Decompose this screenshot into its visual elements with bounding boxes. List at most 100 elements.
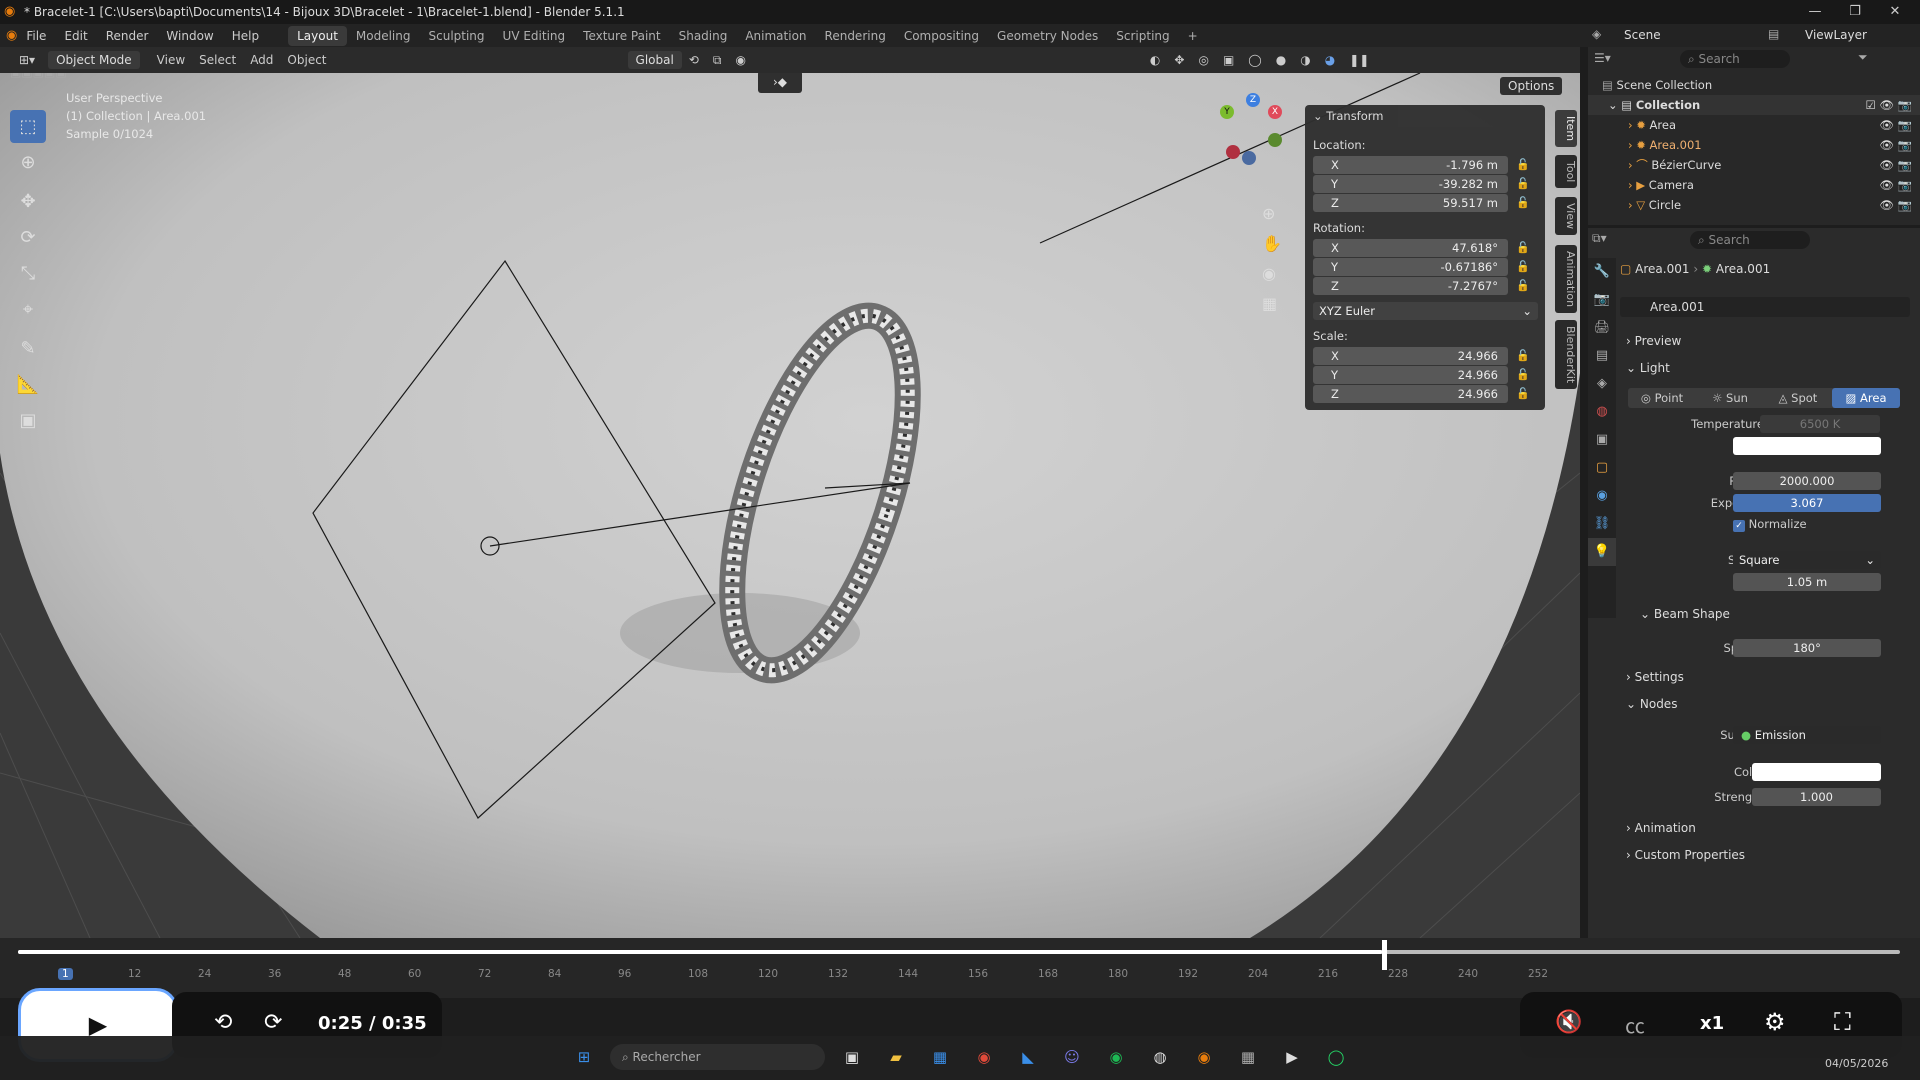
lock-icon[interactable]: 🔓 <box>1516 279 1530 293</box>
calculator-icon[interactable]: ▦ <box>1234 1043 1262 1071</box>
rendered-shading-icon[interactable]: ◕ <box>1318 51 1342 69</box>
file-explorer-icon[interactable]: ▰ <box>882 1043 910 1071</box>
power-field[interactable]: 2000.000 <box>1733 472 1881 490</box>
collapse-toolbar-icon[interactable]: ›◆ <box>758 73 802 93</box>
view-layer-tab-icon[interactable]: ▤ <box>1588 342 1616 370</box>
lock-icon[interactable]: 🔓 <box>1516 387 1530 401</box>
scale-tool-icon[interactable]: ⤡ <box>10 257 46 290</box>
transform-header[interactable]: ⌄ Transform <box>1313 109 1384 123</box>
playback-speed[interactable]: x1 <box>1700 1013 1724 1034</box>
beam-shape-header[interactable]: ⌄ Beam Shape <box>1640 603 1920 625</box>
sidebar-tab-view[interactable]: View <box>1555 197 1577 236</box>
lock-icon[interactable]: 🔓 <box>1516 349 1530 363</box>
temperature-field[interactable]: 6500 K <box>1760 415 1880 433</box>
scene-selector[interactable]: Scene <box>1624 28 1661 42</box>
timeline[interactable]: 1 12 24 36 48 60 72 84 96 108 120 132 144 156 168 180 19… <box>0 938 1920 998</box>
world-tab-icon[interactable]: ◍ <box>1588 398 1616 426</box>
tab-uv-editing[interactable]: UV Editing <box>494 26 575 46</box>
video-progress-track[interactable] <box>18 950 1900 954</box>
whatsapp-icon[interactable]: ◯ <box>1322 1043 1350 1071</box>
tab-geometry-nodes[interactable]: Geometry Nodes <box>988 26 1107 46</box>
visibility-icon[interactable]: ◐ <box>1143 51 1167 69</box>
menu-file[interactable]: File <box>17 29 55 43</box>
render-tab-icon[interactable]: 📷 <box>1588 286 1616 314</box>
surface-field[interactable]: ● Emission <box>1733 726 1881 744</box>
editor-type-icon[interactable]: ⊞▾ <box>12 51 42 69</box>
light-data-tab-icon[interactable]: 💡 <box>1588 538 1616 566</box>
gizmo-icon[interactable]: ✥ <box>1167 51 1191 69</box>
pause-render-icon[interactable]: ❚❚ <box>1342 51 1376 69</box>
scene-tab-icon[interactable]: ◈ <box>1588 370 1616 398</box>
lock-icon[interactable]: 🔓 <box>1516 177 1530 191</box>
lock-icon[interactable]: 🔓 <box>1516 260 1530 274</box>
minimize-button[interactable]: — <box>1800 2 1830 22</box>
properties-search-input[interactable]: ⌕ Search <box>1690 231 1810 249</box>
outliner-item-area[interactable]: › ✹ Area 👁 📷 <box>1588 115 1920 135</box>
lock-icon[interactable]: 🔓 <box>1516 241 1530 255</box>
measure-tool-icon[interactable]: 📐 <box>10 368 46 401</box>
lock-icon[interactable]: 🔓 <box>1516 158 1530 172</box>
rotate-tool-icon[interactable]: ⟳ <box>10 221 46 254</box>
discord-icon[interactable]: ☺ <box>1058 1043 1086 1071</box>
outliner-search-input[interactable]: ⌕ Search <box>1680 50 1790 68</box>
nodes-panel-header[interactable]: ⌄ Nodes <box>1626 693 1906 715</box>
sidebar-tab-item[interactable]: Item <box>1555 110 1577 148</box>
wireframe-shading-icon[interactable]: ◯ <box>1241 51 1268 69</box>
zoom-icon[interactable]: ⊕ <box>1262 199 1282 229</box>
object-tab-icon[interactable]: ▢ <box>1588 454 1616 482</box>
steam-icon[interactable]: ◍ <box>1146 1043 1174 1071</box>
lock-icon[interactable]: 🔓 <box>1516 368 1530 382</box>
collection-tab-icon[interactable]: ▣ <box>1588 426 1616 454</box>
tab-compositing[interactable]: Compositing <box>895 26 988 46</box>
orientation-selector[interactable]: Global <box>627 51 682 69</box>
proportional-edit-icon[interactable]: ◉ <box>728 51 752 69</box>
xray-icon[interactable]: ▣ <box>1216 51 1241 69</box>
physics-tab-icon[interactable]: ◉ <box>1588 482 1616 510</box>
shape-dropdown[interactable]: Square ⌄ <box>1733 551 1881 569</box>
menu-object[interactable]: Object <box>280 51 333 69</box>
menu-view[interactable]: View <box>150 51 192 69</box>
exposure-field[interactable]: 3.067 <box>1733 494 1881 512</box>
windows-start-icon[interactable]: ⊞ <box>570 1043 598 1071</box>
blender-taskbar-icon[interactable]: ◉ <box>1190 1043 1218 1071</box>
outliner-editor-icon[interactable]: ☰▾ <box>1594 51 1611 65</box>
annotate-tool-icon[interactable]: ✎ <box>10 332 46 365</box>
spotify-icon[interactable]: ◉ <box>1102 1043 1130 1071</box>
light-type-area[interactable]: ▨ Area <box>1832 388 1900 408</box>
outliner-item-circle[interactable]: › ▽ Circle 👁 📷 <box>1588 195 1920 215</box>
menu-render[interactable]: Render <box>97 29 158 43</box>
output-tab-icon[interactable]: 🖨 <box>1588 314 1616 342</box>
settings-panel-header[interactable]: › Settings <box>1626 666 1906 688</box>
tab-layout[interactable]: Layout <box>288 25 347 46</box>
fullscreen-icon[interactable]: ⛶ <box>1834 1008 1851 1036</box>
properties-editor-icon[interactable]: ⧉▾ <box>1592 231 1607 246</box>
move-tool-icon[interactable]: ✥ <box>10 185 46 218</box>
rotation-y-field[interactable]: Y -0.67186° <box>1313 258 1508 276</box>
select-mode-icons[interactable]: ▣▣▣▣▣ <box>10 73 67 79</box>
tab-sculpting[interactable]: Sculpting <box>420 26 494 46</box>
cursor-tool-icon[interactable]: ⊕ <box>10 146 46 179</box>
menu-edit[interactable]: Edit <box>55 29 96 43</box>
custom-properties-header[interactable]: › Custom Properties <box>1626 844 1906 866</box>
tab-scripting[interactable]: Scripting <box>1107 26 1178 46</box>
sidebar-tab-blenderkit[interactable]: BlenderKit <box>1555 320 1577 390</box>
pan-hand-icon[interactable]: ✋ <box>1262 229 1282 259</box>
tab-texture-paint[interactable]: Texture Paint <box>574 26 669 46</box>
chrome-icon[interactable]: ◉ <box>970 1043 998 1071</box>
transform-tool-icon[interactable]: ⌖ <box>10 293 46 326</box>
mode-selector[interactable]: Object Mode <box>48 51 140 69</box>
add-workspace-icon[interactable]: + <box>1179 26 1207 46</box>
ortho-grid-icon[interactable]: ▦ <box>1262 289 1282 319</box>
menu-window[interactable]: Window <box>157 29 222 43</box>
scale-y-field[interactable]: Y 24.966 <box>1313 366 1508 384</box>
pivot-icon[interactable]: ⟲ <box>682 51 706 69</box>
settings-gear-icon[interactable]: ⚙ <box>1764 1008 1786 1036</box>
collection-row[interactable]: ⌄ ▤ Collection ☑ 👁 📷 <box>1588 95 1920 115</box>
outliner-item-camera[interactable]: › ▶ Camera 👁 📷 <box>1588 175 1920 195</box>
overlay-icon[interactable]: ◎ <box>1191 51 1215 69</box>
tool-tab-icon[interactable]: 🔧 <box>1588 258 1616 286</box>
tab-rendering[interactable]: Rendering <box>816 26 895 46</box>
rotation-mode-dropdown[interactable]: XYZ Euler ⌄ <box>1313 302 1538 320</box>
light-type-point[interactable]: ◎ Point <box>1628 388 1696 408</box>
store-icon[interactable]: ▦ <box>926 1043 954 1071</box>
